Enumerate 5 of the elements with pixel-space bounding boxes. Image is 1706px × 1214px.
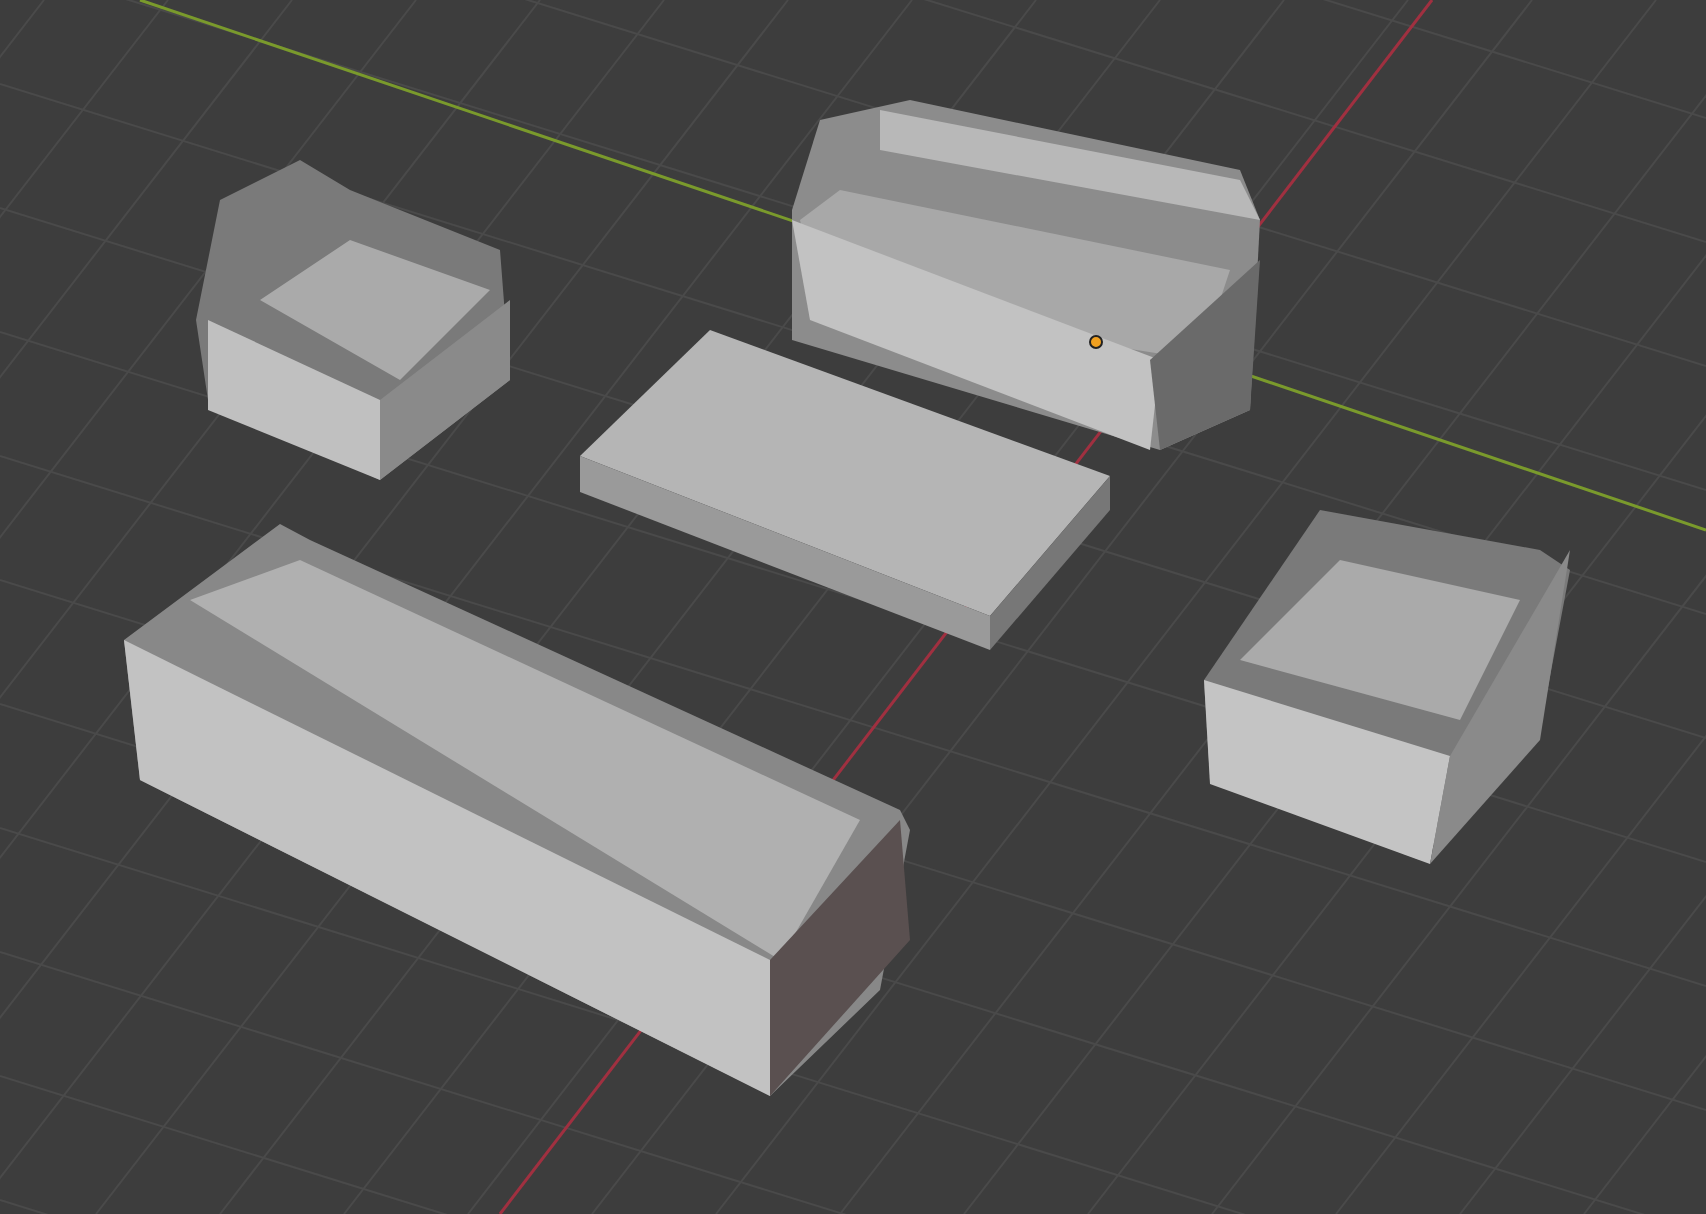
coffee-table-model[interactable] [580, 330, 1110, 650]
sofa-model[interactable] [792, 100, 1260, 450]
armchair-model[interactable] [1204, 510, 1570, 864]
armchair-model[interactable] [196, 160, 510, 480]
long-sofa-model[interactable] [124, 524, 910, 1096]
